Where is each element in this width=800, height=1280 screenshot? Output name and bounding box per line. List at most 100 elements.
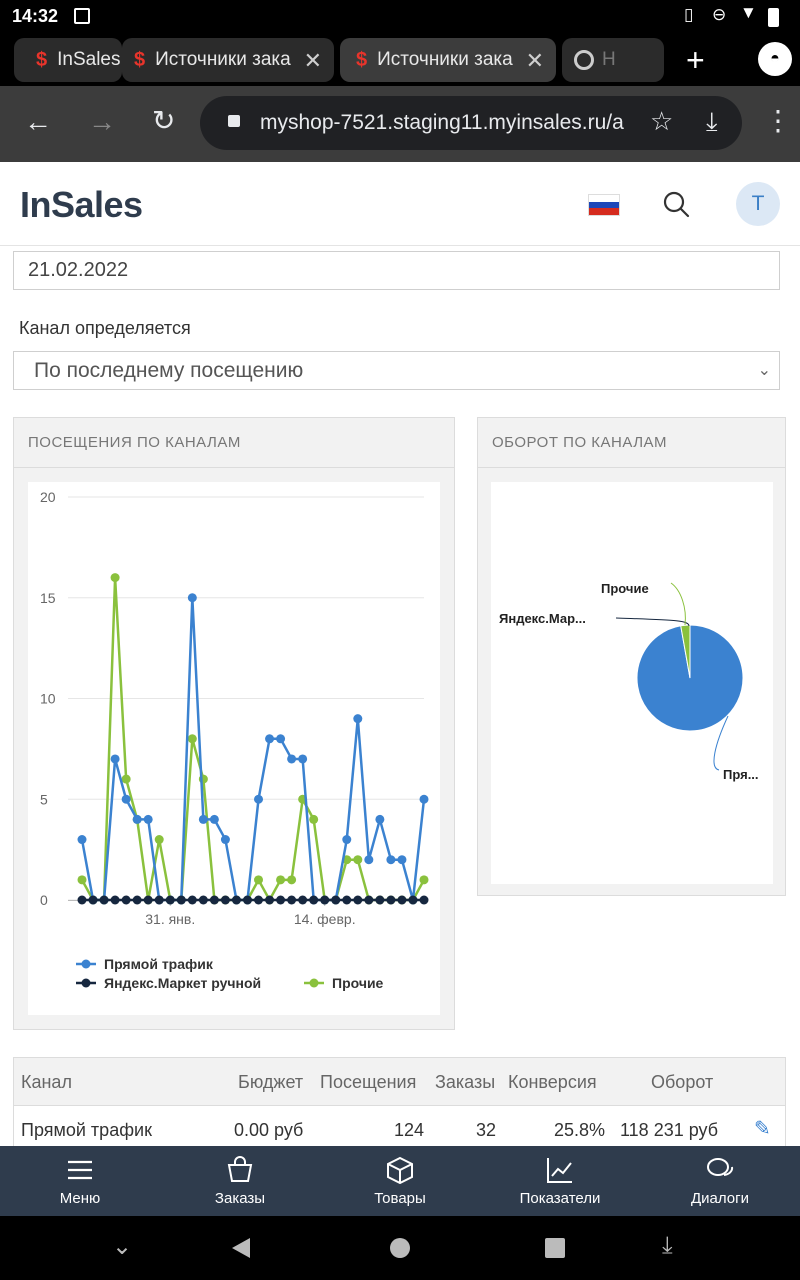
header-visits[interactable]: Посещения (320, 1072, 416, 1093)
channel-select[interactable]: По последнему посещению ⌄ (13, 351, 780, 390)
browser-tab-insales[interactable]: $ InSales (14, 38, 122, 82)
browser-tab-sources-active[interactable]: $ Источники зака ✕ (340, 38, 556, 82)
nav-item-dialogs[interactable]: Диалоги (640, 1146, 800, 1216)
vibrate-icon: ▯ (684, 5, 694, 24)
recents-square-icon[interactable] (545, 1238, 565, 1258)
close-tab-icon[interactable]: ✕ (304, 48, 322, 74)
back-triangle-icon[interactable] (232, 1238, 250, 1258)
data-point (154, 895, 164, 905)
legend-marker (81, 978, 91, 988)
browser-menu-icon[interactable]: ⋮ (764, 104, 792, 137)
data-point (287, 895, 297, 905)
data-point (397, 895, 407, 905)
data-point (342, 895, 352, 905)
reload-icon[interactable]: ↻ (152, 104, 175, 137)
data-point (110, 754, 120, 764)
data-point (375, 814, 385, 824)
legend-marker (81, 959, 91, 969)
nav-label: Диалоги (691, 1190, 749, 1207)
bookmark-star-icon[interactable]: ☆ (650, 106, 673, 137)
url-text: myshop-7521.staging11.myinsales.ru/a (260, 111, 624, 134)
x-tick-label: 31. янв. (145, 911, 195, 927)
pie-label: Прочие (601, 581, 649, 596)
nav-label: Показатели (519, 1190, 601, 1207)
data-point (254, 895, 264, 905)
data-point (419, 794, 429, 804)
channel-label: Канал определяется (19, 318, 191, 338)
home-circle-icon[interactable] (390, 1238, 410, 1258)
visits-line-chart: 0 5 10 15 20 31. янв. 14. февр. Прямой трафик Ян… (40, 489, 429, 991)
pie-connector (615, 617, 690, 627)
battery-icon (768, 8, 779, 27)
download-icon[interactable]: ⤓ (706, 106, 718, 138)
status-bar: 14:32 ▯ ⊖ ▼ (0, 0, 800, 34)
incognito-icon[interactable]: ◓ (758, 42, 792, 76)
back-icon[interactable]: ← (24, 106, 52, 138)
data-point (198, 895, 208, 905)
data-point (364, 855, 374, 865)
search-icon[interactable] (662, 190, 690, 218)
url-bar[interactable]: myshop-7521.staging11.myinsales.ru/a ☆ ⤓ (200, 96, 742, 150)
series-line (80, 596, 426, 902)
browser-tab-sources-1[interactable]: $ Источники зака ✕ (122, 38, 334, 82)
header-budget[interactable]: Бюджет (238, 1072, 303, 1093)
tab-title: Н (602, 49, 616, 70)
nav-item-orders[interactable]: Заказы (160, 1146, 320, 1216)
cell-revenue: 118 231 руб (620, 1120, 719, 1140)
y-tick-label: 10 (40, 691, 56, 707)
browser-tab-other[interactable]: Н (562, 38, 664, 82)
data-point (386, 855, 396, 865)
data-point (143, 895, 153, 905)
header-conversion[interactable]: Конверсия (508, 1072, 597, 1093)
header-orders[interactable]: Заказы (435, 1072, 495, 1093)
nav-label: Товары (374, 1190, 426, 1207)
photo-notification-icon (74, 8, 90, 24)
pie-label: Яндекс.Мар... (499, 611, 586, 626)
date-field[interactable]: 21.02.2022 (13, 251, 780, 290)
y-tick-label: 15 (40, 590, 56, 606)
notifications-pulldown-icon[interactable]: ⤓ (662, 1232, 673, 1260)
channel-select-value: По последнему посещению (34, 359, 304, 382)
edit-pencil-icon[interactable]: ✎ (754, 1116, 771, 1141)
visits-chart-card: 0 5 10 15 20 31. янв. 14. февр. Прямой трафик Ян… (28, 482, 440, 1015)
data-point (198, 814, 208, 824)
new-tab-icon[interactable]: + (686, 42, 705, 79)
bottom-navigation: Меню Заказы Товары Показатели Диалоги (0, 1146, 800, 1216)
browser-tab-strip: $ InSales $ Источники зака ✕ $ Источники… (0, 34, 800, 86)
data-point (242, 895, 252, 905)
data-point (209, 814, 219, 824)
data-point (88, 895, 98, 905)
nav-item-products[interactable]: Товары (320, 1146, 480, 1216)
insales-favicon: $ (356, 48, 368, 71)
data-point (419, 875, 429, 885)
close-tab-icon[interactable]: ✕ (526, 48, 544, 74)
keyboard-hide-icon[interactable]: ⌄ (112, 1232, 132, 1261)
data-point (187, 895, 197, 905)
chart-icon (547, 1158, 572, 1183)
revenue-panel-title: ОБОРОТ ПО КАНАЛАМ (478, 418, 785, 468)
data-point (353, 855, 363, 865)
header-channel[interactable]: Канал (21, 1072, 72, 1093)
bag-icon (227, 1156, 253, 1182)
data-point (408, 895, 418, 905)
browser-toolbar: ← → ↻ myshop-7521.staging11.myinsales.ru… (0, 86, 800, 162)
y-tick-label: 0 (40, 892, 48, 908)
data-point (143, 814, 153, 824)
pie-label: Пря... (723, 767, 759, 782)
data-point (231, 895, 241, 905)
forward-icon[interactable]: → (88, 106, 116, 138)
visits-panel-title: ПОСЕЩЕНИЯ ПО КАНАЛАМ (14, 418, 454, 468)
chrome-favicon (574, 50, 594, 70)
header-revenue[interactable]: Оборот (651, 1072, 713, 1093)
nav-item-stats[interactable]: Показатели (480, 1146, 640, 1216)
tab-title: Источники зака (155, 49, 291, 70)
russian-flag-icon[interactable] (588, 194, 620, 216)
data-point (265, 734, 275, 744)
data-point (364, 895, 374, 905)
table-row[interactable]: Прямой трафик 0.00 руб 124 32 25.8% 118 … (14, 1106, 785, 1146)
nav-label: Меню (59, 1190, 101, 1207)
avatar[interactable]: T (736, 182, 780, 226)
insales-logo[interactable]: InSales (20, 184, 143, 226)
nav-item-menu[interactable]: Меню (0, 1146, 160, 1216)
data-point (353, 714, 363, 724)
